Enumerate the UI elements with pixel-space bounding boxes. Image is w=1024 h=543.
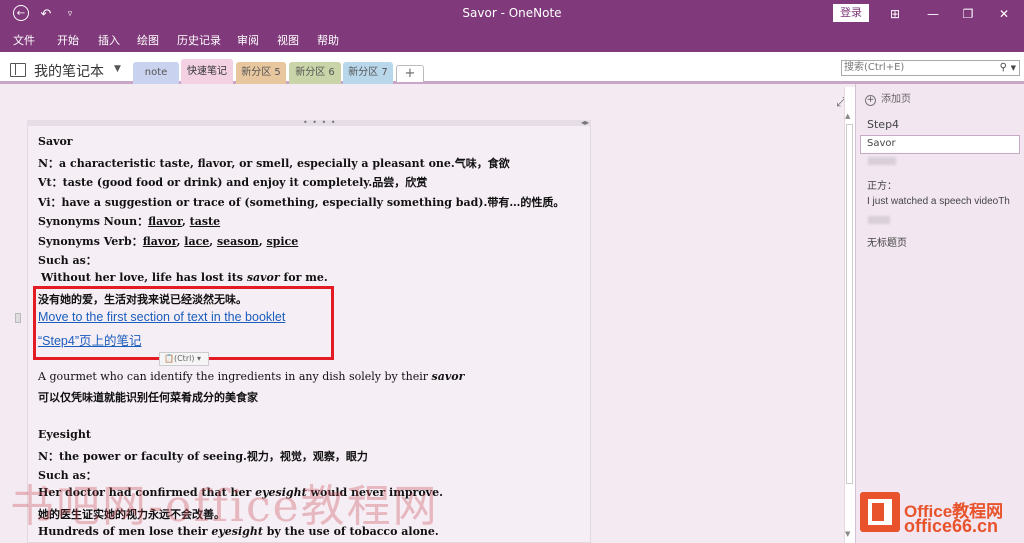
- note-title: Savor: [38, 135, 73, 148]
- menu-draw[interactable]: 绘图: [137, 32, 159, 48]
- login-button[interactable]: 登录: [833, 4, 869, 22]
- menu-history[interactable]: 历史记录: [177, 32, 221, 48]
- tab-note[interactable]: note: [133, 62, 179, 84]
- definition-vt: Vt：taste (good food or drink) and enjoy …: [38, 176, 428, 189]
- menu-file[interactable]: 文件: [13, 32, 35, 48]
- example-translation-2: 可以仅凭味道就能识别任何菜肴成分的美食家: [38, 391, 258, 404]
- synonym-link[interactable]: season: [217, 235, 259, 248]
- page-item-untitled[interactable]: 无标题页: [867, 234, 1017, 249]
- page-item-speech[interactable]: I just watched a speech videoTh: [867, 196, 1017, 207]
- add-page-button[interactable]: + 添加页: [865, 90, 911, 106]
- menu-insert[interactable]: 插入: [98, 32, 120, 48]
- add-section-button[interactable]: +: [396, 65, 424, 82]
- example-keyword: savor: [431, 370, 465, 383]
- eyesight-definition: N：the power or faculty of seeing.视力，视觉，观…: [38, 450, 368, 463]
- such-as-label: Such as：: [38, 254, 97, 267]
- menu-bar: 文件 开始 插入 绘图 历史记录 审阅 视图 帮助: [0, 28, 1024, 52]
- synonym-link[interactable]: spice: [266, 235, 298, 248]
- scroll-down-icon[interactable]: ▼: [845, 530, 850, 538]
- section-tab-bar: 我的笔记本 ▼ note 快速笔记 新分区 5 新分区 6 新分区 7 + 搜索…: [0, 52, 1024, 84]
- onenote-window: ← ↶ ▿ Savor - OneNote 登录 ⊞ — ❐ ✕ 文件 开始 插…: [0, 0, 1024, 543]
- example-text: for me.: [279, 271, 328, 284]
- tab-quick-notes[interactable]: 快速笔记: [181, 59, 233, 84]
- paste-options-label: (Ctrl): [173, 354, 195, 363]
- watermark: 书吧网-office教程网: [10, 481, 439, 532]
- search-icon[interactable]: ⚲: [1000, 61, 1007, 75]
- title-bar: ← ↶ ▿ Savor - OneNote 登录 ⊞ — ❐ ✕: [0, 0, 1024, 28]
- search-input[interactable]: 搜索(Ctrl+E) ⚲ ▼: [841, 60, 1020, 76]
- example-text: A gourmet who can identify the ingredien…: [38, 370, 432, 383]
- tab-section-7[interactable]: 新分区 7: [343, 62, 393, 84]
- synonyms-verb: Synonyms Verb：flavor, lace, season, spic…: [38, 235, 299, 248]
- plus-circle-icon: +: [865, 95, 876, 106]
- scroll-up-icon[interactable]: ▲: [845, 112, 850, 120]
- example-sentence-1: Without her love, life has lost its savo…: [41, 271, 328, 284]
- highlight-box: [33, 286, 334, 360]
- notebook-icon[interactable]: [10, 63, 26, 77]
- tab-section-6[interactable]: 新分区 6: [289, 62, 341, 84]
- paste-options-button[interactable]: 📋(Ctrl) ▾: [159, 352, 209, 366]
- page-item-savor[interactable]: Savor: [867, 138, 1017, 149]
- restore-icon[interactable]: ❐: [957, 4, 979, 24]
- add-page-label: 添加页: [881, 94, 911, 105]
- menu-view[interactable]: 视图: [277, 32, 299, 48]
- eyesight-title: Eyesight: [38, 428, 91, 441]
- example-keyword: savor: [246, 271, 280, 284]
- definition-vi: Vi：have a suggestion or trace of (someth…: [38, 196, 565, 209]
- synonym-link[interactable]: flavor: [148, 215, 182, 228]
- synonym-link[interactable]: lace: [184, 235, 209, 248]
- chevron-down-icon[interactable]: ▼: [114, 64, 121, 74]
- search-scope-dropdown-icon[interactable]: ▼: [1011, 61, 1016, 75]
- search-placeholder: 搜索(Ctrl+E): [844, 62, 905, 73]
- synonyms-noun-label: Synonyms Noun：: [38, 215, 149, 228]
- menu-home[interactable]: 开始: [57, 32, 79, 48]
- menu-review[interactable]: 审阅: [237, 32, 259, 48]
- synonym-link[interactable]: taste: [190, 215, 220, 228]
- minimize-icon[interactable]: —: [922, 4, 944, 24]
- example-sentence-2: A gourmet who can identify the ingredien…: [38, 370, 464, 383]
- scrollbar-thumb[interactable]: [846, 124, 853, 484]
- ribbon-display-icon[interactable]: ⊞: [884, 4, 906, 24]
- notebook-name[interactable]: 我的笔记本: [34, 61, 104, 81]
- synonyms-verb-label: Synonyms Verb：: [38, 235, 143, 248]
- page-item-step4[interactable]: Step4: [867, 118, 1017, 131]
- office-logo: [860, 492, 900, 532]
- resize-arrows-icon[interactable]: ◂▸: [581, 118, 589, 127]
- drag-handle-icon[interactable]: • • • •: [303, 118, 337, 127]
- logo-text-2: office66.cn: [904, 516, 999, 536]
- synonyms-noun: Synonyms Noun：flavor, taste: [38, 215, 221, 228]
- clipboard-icon: 📋: [164, 354, 174, 363]
- page-item-zhengfang[interactable]: 正方：: [867, 177, 1017, 192]
- paragraph-handle[interactable]: [15, 313, 21, 323]
- window-title: Savor - OneNote: [462, 6, 562, 20]
- close-icon[interactable]: ✕: [993, 4, 1015, 24]
- office-logo-mark: [868, 499, 892, 525]
- menu-help[interactable]: 帮助: [317, 32, 339, 48]
- redacted-page-title[interactable]: [868, 157, 896, 165]
- synonym-link[interactable]: flavor: [143, 235, 177, 248]
- definition-noun: N：a characteristic taste, flavor, or sme…: [38, 157, 510, 170]
- redacted-page-title[interactable]: [868, 216, 890, 224]
- example-text: Without her love, life has lost its: [41, 271, 247, 284]
- tab-section-5[interactable]: 新分区 5: [236, 62, 286, 84]
